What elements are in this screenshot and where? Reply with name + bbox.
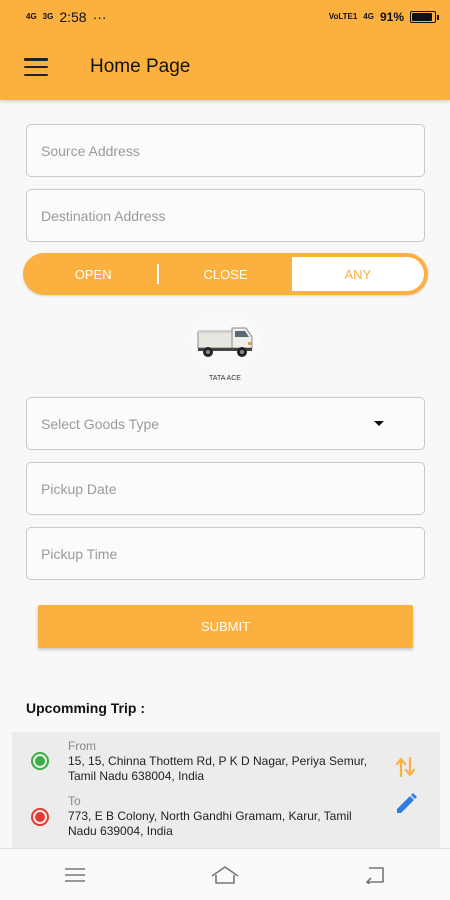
from-address: 15, 15, Chinna Thottem Rd, P K D Nagar, … xyxy=(68,754,368,783)
nav-home-icon xyxy=(211,865,239,884)
to-location-icon xyxy=(31,808,49,826)
goods-type-label: Select Goods Type xyxy=(41,415,160,432)
network-label: VoLTE1 xyxy=(328,12,358,21)
submit-button[interactable]: SUBMIT xyxy=(38,605,413,648)
upcoming-trip-heading: Upcomming Trip : xyxy=(26,700,145,716)
battery-percent: 91% xyxy=(379,10,404,24)
from-label: From xyxy=(68,739,96,753)
to-address: 773, E B Colony, North Gandhi Gramam, Ka… xyxy=(68,809,352,838)
battery-icon xyxy=(410,11,439,23)
segment-any[interactable]: ANY xyxy=(291,257,424,291)
vehicle-option-tata-ace[interactable]: TATA ACE xyxy=(190,310,260,388)
clock: 2:58 xyxy=(59,9,87,25)
segment-close[interactable]: CLOSE xyxy=(159,257,291,291)
goods-type-select[interactable]: Select Goods Type xyxy=(26,397,425,450)
signal-label-3: 4G xyxy=(363,12,374,21)
system-nav-bar xyxy=(0,848,450,900)
nav-back-icon xyxy=(366,866,384,884)
signal-label-2: 3G xyxy=(42,12,54,21)
vehicle-label: TATA ACE xyxy=(209,375,241,382)
status-right: VoLTE1 4G 91% xyxy=(328,10,439,24)
pickup-time-input[interactable] xyxy=(41,545,410,562)
page-title: Home Page xyxy=(90,56,191,77)
source-address-input[interactable] xyxy=(41,142,410,159)
nav-menu-icon xyxy=(65,867,85,882)
pickup-date-field[interactable] xyxy=(26,462,425,515)
dropdown-arrow-icon xyxy=(374,421,384,426)
nav-menu-button[interactable] xyxy=(55,860,95,890)
pickup-date-input[interactable] xyxy=(41,480,410,497)
pencil-icon[interactable] xyxy=(394,792,418,816)
status-bar: 4G 3G 2:58 ··· VoLTE1 4G 91% xyxy=(0,0,450,34)
signal-label-1: 4G xyxy=(26,12,37,21)
to-label: To xyxy=(68,794,81,808)
notification-dots: ··· xyxy=(92,9,107,25)
body-type-segmented-control: OPEN CLOSE ANY xyxy=(23,253,428,295)
hamburger-menu-icon[interactable] xyxy=(24,58,48,76)
source-address-field[interactable] xyxy=(26,124,425,177)
mini-truck-icon xyxy=(191,312,259,368)
segment-open[interactable]: OPEN xyxy=(27,257,160,291)
destination-address-input[interactable] xyxy=(41,207,410,224)
upcoming-trip-card[interactable]: From 15, 15, Chinna Thottem Rd, P K D Na… xyxy=(12,732,440,848)
nav-home-button[interactable] xyxy=(205,860,245,890)
swap-vertical-icon[interactable] xyxy=(396,756,416,778)
nav-back-button[interactable] xyxy=(355,860,395,890)
app-bar: Home Page xyxy=(0,34,450,100)
from-location-icon xyxy=(31,752,49,770)
pickup-time-field[interactable] xyxy=(26,527,425,580)
destination-address-field[interactable] xyxy=(26,189,425,242)
status-left: 4G 3G 2:58 ··· xyxy=(26,9,107,25)
